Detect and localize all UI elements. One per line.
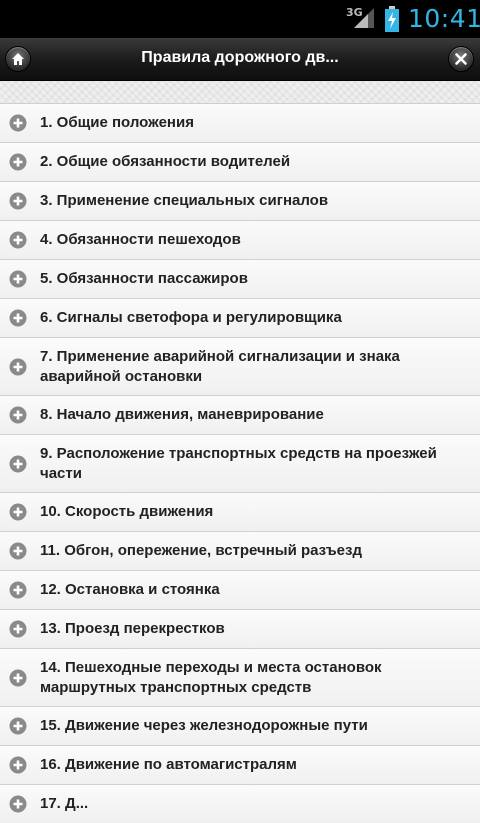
list-item-label: 11. Обгон, опережение, встречный разъезд <box>40 542 363 559</box>
home-button[interactable] <box>5 46 31 72</box>
list-item[interactable]: 12. Остановка и стоянка <box>0 570 480 609</box>
plus-circle-icon <box>9 270 27 288</box>
plus-circle-icon <box>9 795 27 813</box>
list-item[interactable]: 6. Сигналы светофора и регулировщика <box>0 298 480 337</box>
list-item-label: 12. Остановка и стоянка <box>40 581 220 598</box>
list-item[interactable]: 8. Начало движения, маневрирование <box>0 395 480 434</box>
list-item-label: 13. Проезд перекрестков <box>40 620 225 637</box>
list-item[interactable]: 10. Скорость движения <box>0 492 480 531</box>
home-icon <box>12 53 24 65</box>
plus-circle-icon <box>9 756 27 774</box>
list-item[interactable]: 17. Д... <box>0 784 480 823</box>
list-item[interactable]: 1. Общие положения <box>0 103 480 142</box>
list-item[interactable]: 3. Применение специальных сигналов <box>0 181 480 220</box>
list-item-label: 6. Сигналы светофора и регулировщика <box>40 309 342 326</box>
close-icon <box>455 53 467 65</box>
close-button[interactable] <box>448 46 474 72</box>
plus-circle-icon <box>9 231 27 249</box>
battery-charging-icon <box>385 6 399 32</box>
list-item-label: 15. Движение через железнодорожные пути <box>40 717 368 734</box>
list-item-label: 14. Пешеходные переходы и места останово… <box>40 658 382 696</box>
plus-circle-icon <box>9 114 27 132</box>
plus-circle-icon <box>9 620 27 638</box>
list-item-label: 1. Общие положения <box>40 114 194 131</box>
list-item[interactable]: 14. Пешеходные переходы и места останово… <box>0 648 480 706</box>
list-item-label: 4. Обязанности пешеходов <box>40 231 241 248</box>
list-item[interactable]: 7. Применение аварийной сигнализации и з… <box>0 337 480 395</box>
plus-circle-icon <box>9 406 27 424</box>
plus-circle-icon <box>9 503 27 521</box>
title-bar: Правила дорожного дв... <box>0 38 480 81</box>
list-item-label: 9. Расположение транспортных средств на … <box>40 444 437 482</box>
list-item-label: 3. Применение специальных сигналов <box>40 192 329 209</box>
plus-circle-icon <box>9 717 27 735</box>
plus-circle-icon <box>9 192 27 210</box>
list-item[interactable]: 15. Движение через железнодорожные пути <box>0 706 480 745</box>
status-bar: 3G 10:41 <box>0 0 480 38</box>
signal-icon <box>354 8 374 28</box>
plus-circle-icon <box>9 358 27 375</box>
list-item[interactable]: 4. Обязанности пешеходов <box>0 220 480 259</box>
plus-circle-icon <box>9 542 27 560</box>
plus-circle-icon <box>9 455 27 472</box>
list-item-label: 8. Начало движения, маневрирование <box>40 406 324 423</box>
clock: 10:41 <box>408 4 480 33</box>
list-item-label: 7. Применение аварийной сигнализации и з… <box>40 347 400 385</box>
list-item[interactable]: 5. Обязанности пассажиров <box>0 259 480 298</box>
list-item-label: 17. Д... <box>40 795 89 812</box>
list-item[interactable]: 9. Расположение транспортных средств на … <box>0 434 480 492</box>
chapter-list: 1. Общие положения 2. Общие обязанности … <box>0 103 480 823</box>
list-item-label: 16. Движение по автомагистралям <box>40 756 297 773</box>
page-title: Правила дорожного дв... <box>141 49 339 66</box>
plus-circle-icon <box>9 581 27 599</box>
plus-circle-icon <box>9 309 27 327</box>
list-item[interactable]: 2. Общие обязанности водителей <box>0 142 480 181</box>
list-item[interactable]: 11. Обгон, опережение, встречный разъезд <box>0 531 480 570</box>
list-item-label: 2. Общие обязанности водителей <box>40 153 291 170</box>
list-item-label: 10. Скорость движения <box>40 503 214 520</box>
plus-circle-icon <box>9 153 27 171</box>
list-item[interactable]: 16. Движение по автомагистралям <box>0 745 480 784</box>
decorative-strip <box>0 81 480 103</box>
list-item-label: 5. Обязанности пассажиров <box>40 270 248 287</box>
plus-circle-icon <box>9 669 27 686</box>
list-item[interactable]: 13. Проезд перекрестков <box>0 609 480 648</box>
